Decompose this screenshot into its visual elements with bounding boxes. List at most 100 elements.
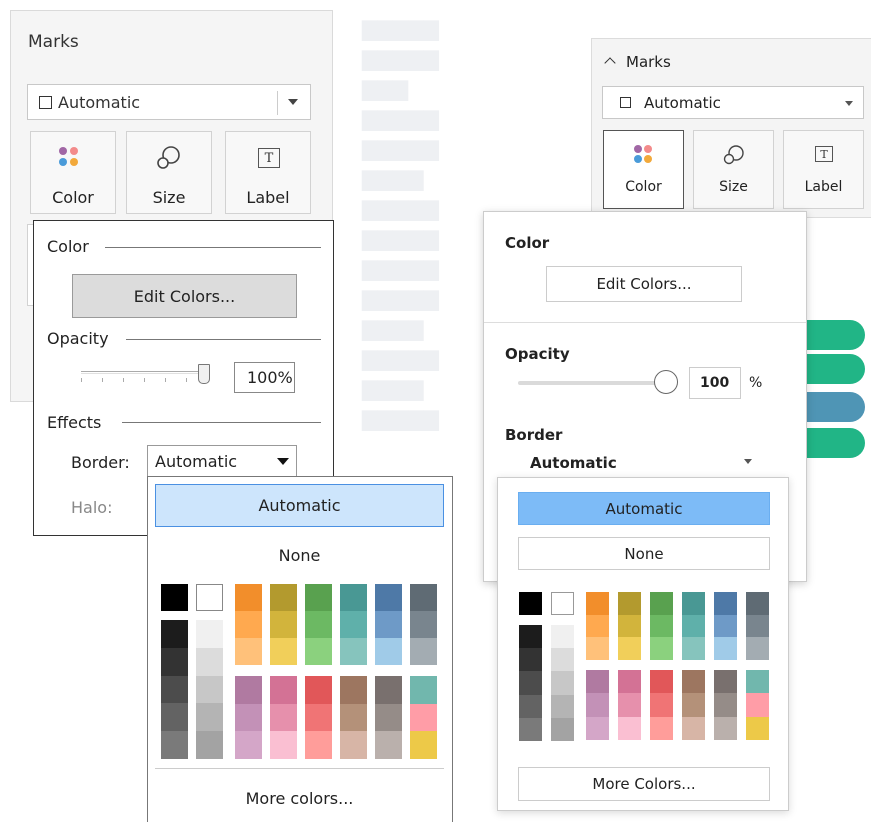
swatch[interactable] <box>682 637 705 661</box>
swatch[interactable] <box>551 694 574 718</box>
swatch[interactable] <box>618 592 641 615</box>
swatch[interactable] <box>618 716 641 740</box>
swatch[interactable] <box>551 717 574 742</box>
left-dark-gray-swatches[interactable] <box>161 620 188 759</box>
swatch[interactable] <box>714 693 737 717</box>
left-none-option[interactable]: None <box>155 535 444 575</box>
right-edit-colors-button[interactable]: Edit Colors... <box>546 266 742 302</box>
swatch[interactable] <box>270 703 297 732</box>
right-more-colors-button[interactable]: More Colors... <box>518 767 770 801</box>
right-teal-swatches[interactable] <box>682 592 705 661</box>
swatch[interactable] <box>410 676 437 704</box>
swatch[interactable] <box>235 611 262 638</box>
swatch[interactable] <box>519 694 542 718</box>
swatch[interactable] <box>196 703 223 732</box>
left-opacity-input[interactable]: 100% <box>234 362 295 393</box>
right-orange-swatches[interactable] <box>586 592 609 661</box>
swatch[interactable] <box>305 584 332 611</box>
swatch[interactable] <box>270 584 297 611</box>
swatch[interactable] <box>714 592 737 615</box>
right-brown-swatches[interactable] <box>682 670 705 740</box>
swatch[interactable] <box>375 676 402 704</box>
swatch[interactable] <box>161 731 188 759</box>
left-misc-swatches[interactable] <box>410 676 437 760</box>
swatch[interactable] <box>682 716 705 740</box>
swatch[interactable] <box>410 638 437 665</box>
swatch[interactable] <box>650 637 673 661</box>
swatch[interactable] <box>305 731 332 760</box>
swatch[interactable] <box>519 671 542 695</box>
swatch[interactable] <box>410 703 437 732</box>
left-more-colors-option[interactable]: More colors... <box>155 780 444 816</box>
swatch[interactable] <box>551 625 574 649</box>
swatch[interactable] <box>305 611 332 638</box>
left-automatic-option[interactable]: Automatic <box>155 484 444 527</box>
swatch[interactable] <box>618 614 641 638</box>
swatch[interactable] <box>519 717 542 742</box>
left-olive-swatches[interactable] <box>270 584 297 665</box>
right-opacity-slider[interactable] <box>518 370 678 396</box>
swatch[interactable] <box>161 675 188 704</box>
swatch[interactable] <box>235 676 262 704</box>
swatch[interactable] <box>586 614 609 638</box>
swatch[interactable] <box>340 676 367 704</box>
left-taupe-swatches[interactable] <box>375 676 402 760</box>
swatch[interactable] <box>714 637 737 661</box>
swatch[interactable] <box>340 703 367 732</box>
right-dark-gray-swatches[interactable] <box>519 625 542 742</box>
swatch[interactable] <box>161 620 188 648</box>
left-purple-swatches[interactable] <box>235 676 262 760</box>
swatch[interactable] <box>161 703 188 732</box>
swatch[interactable] <box>519 648 542 672</box>
swatch[interactable] <box>161 647 188 676</box>
right-olive-swatches[interactable] <box>618 592 641 661</box>
right-white-swatch[interactable] <box>551 592 574 615</box>
swatch[interactable] <box>270 731 297 760</box>
right-purple-swatches[interactable] <box>586 670 609 740</box>
swatch[interactable] <box>746 670 769 694</box>
left-brown-swatches[interactable] <box>340 676 367 760</box>
left-orange-swatches[interactable] <box>235 584 262 665</box>
swatch[interactable] <box>650 693 673 717</box>
swatch[interactable] <box>682 670 705 694</box>
swatch[interactable] <box>305 703 332 732</box>
swatch[interactable] <box>551 671 574 695</box>
right-opacity-input[interactable]: 100 <box>689 367 741 399</box>
left-green-swatches[interactable] <box>305 584 332 665</box>
swatch[interactable] <box>270 676 297 704</box>
swatch[interactable] <box>340 611 367 638</box>
right-color-button[interactable]: Color <box>603 130 684 209</box>
swatch[interactable] <box>586 592 609 615</box>
swatch[interactable] <box>375 731 402 760</box>
swatch[interactable] <box>650 592 673 615</box>
swatch[interactable] <box>375 638 402 665</box>
left-pink-swatches[interactable] <box>270 676 297 760</box>
swatch[interactable] <box>714 716 737 740</box>
right-misc-swatches[interactable] <box>746 670 769 740</box>
swatch[interactable] <box>235 731 262 760</box>
swatch[interactable] <box>196 647 223 676</box>
swatch[interactable] <box>746 614 769 638</box>
left-size-button[interactable]: Size <box>126 131 212 214</box>
left-edit-colors-button[interactable]: Edit Colors... <box>72 274 297 318</box>
swatch[interactable] <box>618 670 641 694</box>
swatch[interactable] <box>196 675 223 704</box>
swatch[interactable] <box>340 584 367 611</box>
left-blue-swatches[interactable] <box>375 584 402 665</box>
swatch[interactable] <box>375 584 402 611</box>
swatch[interactable] <box>196 620 223 648</box>
swatch[interactable] <box>714 670 737 694</box>
right-light-gray-swatches[interactable] <box>551 625 574 742</box>
right-pink-swatches[interactable] <box>618 670 641 740</box>
swatch[interactable] <box>746 637 769 661</box>
swatch[interactable] <box>586 637 609 661</box>
left-white-swatch[interactable] <box>196 584 223 611</box>
swatch[interactable] <box>586 670 609 694</box>
swatch[interactable] <box>305 676 332 704</box>
swatch[interactable] <box>682 614 705 638</box>
swatch[interactable] <box>305 638 332 665</box>
swatch[interactable] <box>270 611 297 638</box>
swatch[interactable] <box>746 693 769 717</box>
right-slate-swatches[interactable] <box>746 592 769 661</box>
swatch[interactable] <box>618 693 641 717</box>
